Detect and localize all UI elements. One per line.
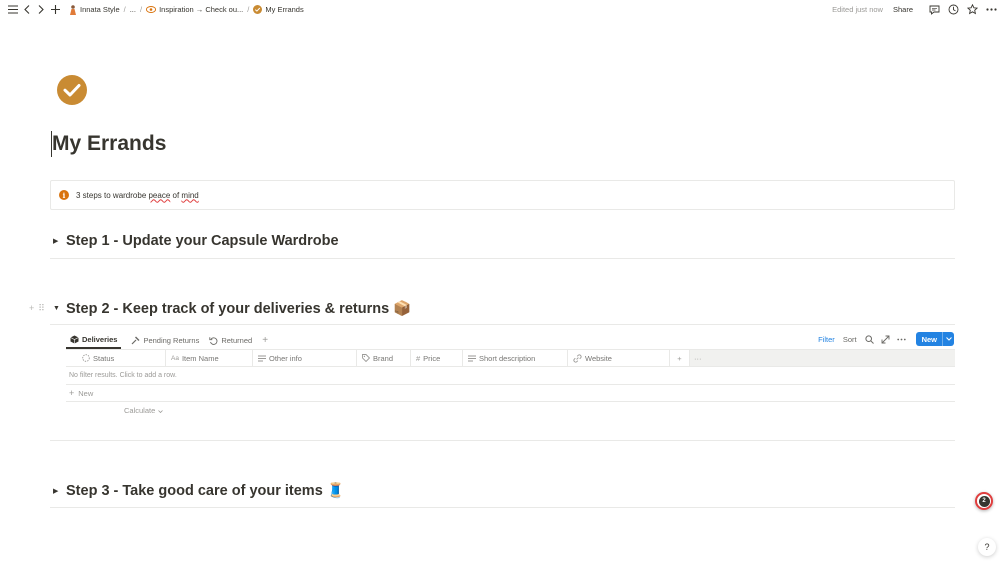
column-price[interactable]: # Price [411,350,463,366]
nav-controls: Innata Style / ... / Inspiration → Check… [0,4,306,16]
tab-pending-returns[interactable]: Pending Returns [131,331,199,349]
notification-badge[interactable]: 2 [975,492,993,510]
toggle-expanded-icon[interactable]: ▼ [53,305,63,312]
toggle-collapsed-icon[interactable]: ▶ [53,237,63,245]
tag-icon [362,354,370,362]
add-view-icon[interactable]: + [262,335,268,346]
step-2-heading: Step 2 - Keep track of your deliveries &… [66,301,412,317]
chevron-down-icon[interactable] [942,332,954,346]
step-1-heading: Step 1 - Update your Capsule Wardrobe [66,233,339,249]
deliveries-table: Status Aa Item Name Other info Brand # P… [66,349,955,419]
divider [50,258,955,259]
add-column-icon[interactable]: + [670,350,690,366]
column-other-info[interactable]: Other info [253,350,357,366]
plus-icon: + [69,388,75,398]
return-arrow-icon [209,336,218,345]
callout-text: 3 steps to wardrobe peace of mind [76,190,199,200]
column-short-description[interactable]: Short description [463,350,568,366]
help-button[interactable]: ? [978,538,996,556]
column-website[interactable]: Website [568,350,670,366]
sort-button[interactable]: Sort [843,335,857,344]
column-item-name[interactable]: Aa Item Name [166,350,253,366]
toggle-step-2[interactable]: ▼ Step 2 - Keep track of your deliveries… [53,300,411,317]
comment-icon[interactable] [928,4,940,16]
history-icon[interactable] [947,4,959,16]
topbar-actions: Edited just now Share [832,0,997,19]
menu-icon[interactable] [7,4,19,16]
drag-handle-icon[interactable]: ⠿ [38,303,45,314]
tab-returned[interactable]: Returned [209,331,252,349]
check-icon [63,84,81,97]
star-icon[interactable] [966,4,978,16]
breadcrumb-my-errands[interactable]: My Errands [251,5,305,14]
share-button[interactable]: Share [893,5,913,14]
table-header: Status Aa Item Name Other info Brand # P… [66,349,955,367]
filter-button[interactable]: Filter [818,335,835,344]
divider [50,507,955,508]
person-emoji-icon [69,4,77,15]
block-handles: + ⠿ [29,303,45,314]
breadcrumb-ellipsis[interactable]: ... [128,5,138,14]
notification-count: 2 [978,495,990,507]
add-page-icon[interactable] [49,4,61,16]
eye-icon [146,6,157,13]
breadcrumb-label: Innata Style [80,5,120,14]
new-button-label: New [921,334,937,344]
toggle-collapsed-icon[interactable]: ▶ [53,487,63,495]
breadcrumb: Innata Style / ... / Inspiration → Check… [67,4,306,15]
edited-status: Edited just now [832,5,883,14]
divider [50,440,955,441]
add-block-icon[interactable]: + [29,303,34,314]
breadcrumb-label: My Errands [265,5,304,14]
hammer-icon [131,336,140,345]
status-icon [82,354,90,362]
info-icon: i [59,190,69,200]
empty-results[interactable]: No filter results. Click to add a row. [66,367,955,385]
number-icon: # [416,353,421,363]
check-badge-icon [253,5,263,14]
page-icon-check[interactable] [57,75,87,105]
divider [50,324,955,325]
database-actions: Filter Sort New [818,331,954,347]
add-row-button[interactable]: + New [66,385,955,402]
step-3-heading: Step 3 - Take good care of your items 🧵 [66,483,345,499]
tab-deliveries[interactable]: Deliveries [66,331,122,349]
package-icon [70,335,79,344]
breadcrumb-inspiration[interactable]: Inspiration → Check ou... [144,5,245,14]
more-icon[interactable] [985,4,997,16]
back-icon[interactable] [21,4,33,16]
toggle-step-3[interactable]: ▶ Step 3 - Take good care of your items … [53,482,345,499]
breadcrumb-label: Inspiration → Check ou... [159,5,244,14]
page-title[interactable]: My Errands [51,131,166,157]
column-more-icon[interactable]: ··· [690,350,955,366]
more-options-icon[interactable] [896,333,908,345]
breadcrumb-innata-style[interactable]: Innata Style [67,4,122,15]
toggle-step-1[interactable]: ▶ Step 1 - Update your Capsule Wardrobe [53,233,339,249]
expand-icon[interactable] [880,333,892,345]
new-button[interactable]: New [915,332,954,346]
lines-icon [258,355,266,362]
link-icon [573,353,582,363]
text-type-icon: Aa [171,354,179,362]
top-bar: Innata Style / ... / Inspiration → Check… [0,0,1005,19]
lines-icon [468,355,476,362]
search-icon[interactable] [864,333,876,345]
forward-icon[interactable] [35,4,47,16]
callout-block[interactable]: i 3 steps to wardrobe peace of mind [50,180,955,210]
chevron-down-icon [158,406,164,415]
calculate-button[interactable]: Calculate [66,402,955,419]
database-view-tabs: Deliveries Pending Returns Returned + [66,331,268,349]
column-status[interactable]: Status [66,350,166,366]
column-brand[interactable]: Brand [357,350,411,366]
